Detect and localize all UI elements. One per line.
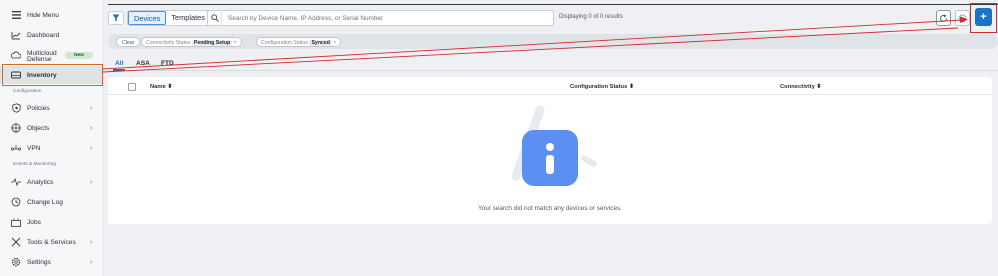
objects-icon [11,123,21,133]
sidebar-item-objects[interactable]: Objects › [0,119,104,137]
tab-asa[interactable]: ASA [136,60,150,67]
view-toggle: Devices Templates [127,10,211,26]
sidebar-item-label: Change Log [27,198,63,206]
sort-icon: ⬍ [167,84,173,90]
sidebar-item-label: Tools & Services [27,238,76,246]
sidebar-item-label: Jobs [27,218,41,226]
defense-label: Defense [27,56,52,63]
column-label: Configuration Status [570,84,628,90]
add-button-highlight-box [970,3,997,33]
filter-button[interactable] [108,11,124,25]
chevron-right-icon: › [90,144,93,152]
hamburger-icon [11,10,21,20]
sidebar-item-analytics[interactable]: Analytics › [0,173,104,191]
column-label: Connectivity [780,84,815,90]
sort-icon: ⬍ [816,84,822,90]
empty-state-info-icon [511,105,597,186]
sidebar-item-label: Objects [27,124,50,132]
chevron-right-icon: › [90,104,93,112]
refresh-icon [940,13,947,22]
shield-icon [11,103,21,113]
vpn-icon [11,143,21,153]
tools-icon [11,237,21,247]
device-type-tabs [108,58,998,71]
column-header-connectivity[interactable]: Connectivity ⬍ [780,84,821,90]
close-icon[interactable]: × [234,40,237,46]
empty-state-message: Your search did not match any devices or… [478,205,622,212]
sidebar-item-change-log[interactable]: Change Log [0,193,104,211]
templates-tab[interactable]: Templates [166,11,210,25]
search-box [207,10,554,26]
hide-menu-label: Hide Menu [27,11,59,19]
filter-icon [112,14,120,22]
sidebar-item-vpn[interactable]: VPN › [0,139,104,157]
column-header-name[interactable]: Name ⬍ [150,84,172,90]
select-all-checkbox[interactable] [128,83,136,91]
new-badge: New [65,52,93,59]
section-configuration: Configuration [13,89,42,94]
clock-icon [11,197,21,207]
chevron-right-icon: › [90,258,93,266]
tab-ftd[interactable]: FTD [161,60,174,67]
sort-icon: ⬍ [628,84,634,90]
sidebar-item-label: Multicloud Defense [27,50,57,63]
circle-arrow-icon [958,14,967,22]
refresh-button[interactable] [936,10,951,26]
sidebar-item-label: VPN [27,144,41,152]
filter-chip-configuration[interactable]: Configuration Status Synced × [256,37,342,47]
sidebar-item-settings[interactable]: Settings › [0,253,104,271]
column-label: Name [150,84,166,90]
top-divider [108,4,998,5]
active-tab-indicator [113,69,125,71]
chip-name: Connectivity States [146,40,191,46]
table-header [108,80,992,95]
jobs-icon [11,217,21,227]
column-header-configuration-status[interactable]: Configuration Status ⬍ [570,84,634,90]
gear-icon [11,257,21,267]
hide-menu-button[interactable]: Hide Menu [0,6,104,24]
sidebar-item-label: Settings [27,258,51,266]
app-window: Hide Menu Dashboard Multicloud Defense N… [0,0,998,276]
sidebar-item-label: Dashboard [27,31,60,39]
sidebar-item-tools-services[interactable]: Tools & Services › [0,233,104,251]
sidebar-item-label: Policies [27,104,50,112]
close-icon[interactable]: × [333,40,336,46]
chip-name: Configuration Status [261,40,309,46]
chevron-right-icon: › [90,178,93,186]
dashboard-icon [11,30,21,40]
chevron-right-icon: › [90,124,93,132]
section-events-monitoring: Events & Monitoring [13,162,56,167]
clear-filters-button[interactable]: Clear [116,37,141,47]
onboard-button[interactable] [955,10,970,26]
chip-value: Synced [309,40,332,46]
sidebar-item-policies[interactable]: Policies › [0,99,104,117]
inventory-highlight-box [2,64,103,86]
chevron-right-icon: › [90,238,93,246]
analytics-icon [11,177,21,187]
search-input[interactable] [222,14,542,22]
sidebar-item-label: Analytics [27,178,54,186]
sidebar: Hide Menu Dashboard Multicloud Defense N… [0,0,104,276]
search-icon [208,11,222,25]
devices-tab[interactable]: Devices [128,11,167,25]
results-count: Displaying 0 of 0 results [559,14,623,20]
cloud-icon [11,50,21,60]
filter-chip-connectivity[interactable]: Connectivity States Pending Setup × [141,37,242,47]
chip-value: Pending Setup [191,40,233,46]
tab-all[interactable]: All [115,60,123,67]
sidebar-item-jobs[interactable]: Jobs [0,213,104,231]
sidebar-item-dashboard[interactable]: Dashboard [0,26,104,44]
